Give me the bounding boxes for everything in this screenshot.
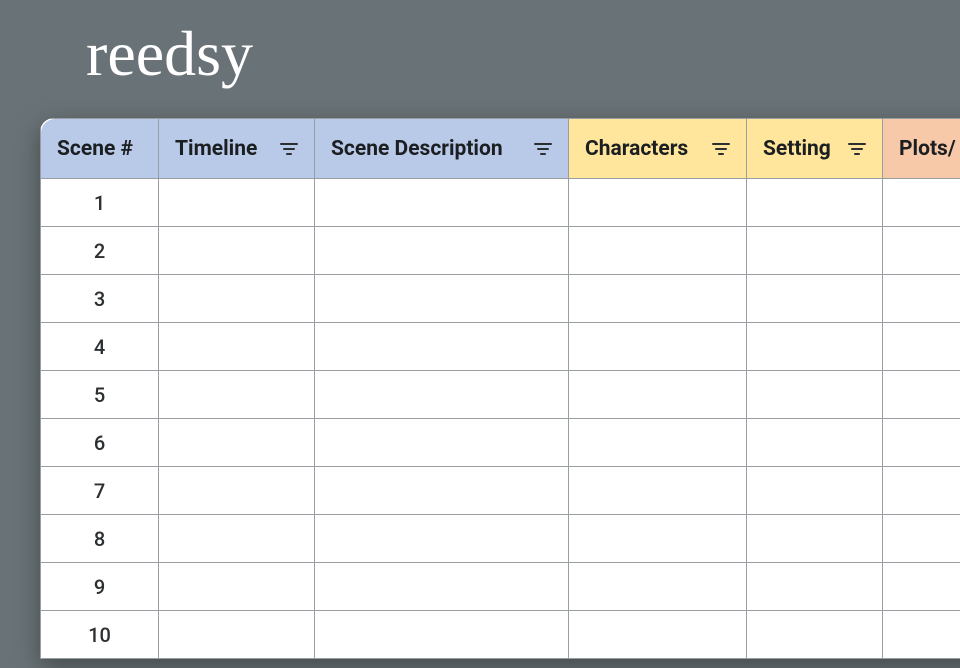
cell-characters[interactable]: [569, 179, 747, 227]
cell-characters[interactable]: [569, 419, 747, 467]
cell-timeline[interactable]: [159, 371, 315, 419]
cell-timeline[interactable]: [159, 275, 315, 323]
col-setting-label: Setting: [763, 137, 831, 161]
scene-table: Scene # Timeline Scene Description: [40, 118, 960, 659]
table-row: 9: [41, 563, 960, 611]
table-row: 2: [41, 227, 960, 275]
cell-plots[interactable]: [883, 563, 960, 611]
cell-characters[interactable]: [569, 275, 747, 323]
cell-scene-num[interactable]: 7: [41, 467, 159, 515]
cell-plots[interactable]: [883, 419, 960, 467]
cell-description[interactable]: [315, 611, 569, 659]
cell-scene-num[interactable]: 6: [41, 419, 159, 467]
filter-icon[interactable]: [532, 138, 554, 160]
filter-icon[interactable]: [278, 138, 300, 160]
cell-characters[interactable]: [569, 467, 747, 515]
cell-setting[interactable]: [747, 227, 883, 275]
cell-characters[interactable]: [569, 563, 747, 611]
table-row: 4: [41, 323, 960, 371]
cell-scene-num[interactable]: 5: [41, 371, 159, 419]
cell-description[interactable]: [315, 179, 569, 227]
cell-characters[interactable]: [569, 323, 747, 371]
cell-setting[interactable]: [747, 611, 883, 659]
cell-plots[interactable]: [883, 227, 960, 275]
cell-timeline[interactable]: [159, 419, 315, 467]
filter-icon[interactable]: [710, 138, 732, 160]
filter-icon[interactable]: [846, 138, 868, 160]
col-plots-label: Plots/: [899, 137, 956, 161]
col-plots[interactable]: Plots/: [883, 119, 960, 179]
col-timeline[interactable]: Timeline: [159, 119, 315, 179]
col-characters-label: Characters: [585, 137, 688, 161]
cell-setting[interactable]: [747, 515, 883, 563]
cell-setting[interactable]: [747, 419, 883, 467]
col-scene-num[interactable]: Scene #: [41, 119, 159, 179]
brand-logo: reedsy: [86, 22, 253, 86]
cell-setting[interactable]: [747, 323, 883, 371]
table-row: 10: [41, 611, 960, 659]
cell-description[interactable]: [315, 323, 569, 371]
cell-setting[interactable]: [747, 179, 883, 227]
cell-plots[interactable]: [883, 371, 960, 419]
cell-timeline[interactable]: [159, 179, 315, 227]
cell-setting[interactable]: [747, 467, 883, 515]
cell-plots[interactable]: [883, 275, 960, 323]
cell-plots[interactable]: [883, 467, 960, 515]
table-row: 8: [41, 515, 960, 563]
cell-characters[interactable]: [569, 371, 747, 419]
cell-scene-num[interactable]: 9: [41, 563, 159, 611]
cell-timeline[interactable]: [159, 227, 315, 275]
cell-description[interactable]: [315, 275, 569, 323]
cell-timeline[interactable]: [159, 563, 315, 611]
table-row: 6: [41, 419, 960, 467]
cell-scene-num[interactable]: 3: [41, 275, 159, 323]
cell-setting[interactable]: [747, 275, 883, 323]
col-characters[interactable]: Characters: [569, 119, 747, 179]
cell-scene-num[interactable]: 10: [41, 611, 159, 659]
cell-description[interactable]: [315, 371, 569, 419]
col-description-label: Scene Description: [331, 137, 503, 161]
cell-characters[interactable]: [569, 611, 747, 659]
cell-scene-num[interactable]: 2: [41, 227, 159, 275]
cell-timeline[interactable]: [159, 515, 315, 563]
cell-characters[interactable]: [569, 227, 747, 275]
cell-plots[interactable]: [883, 515, 960, 563]
cell-description[interactable]: [315, 563, 569, 611]
cell-scene-num[interactable]: 4: [41, 323, 159, 371]
table-row: 3: [41, 275, 960, 323]
table-row: 7: [41, 467, 960, 515]
cell-timeline[interactable]: [159, 323, 315, 371]
cell-characters[interactable]: [569, 515, 747, 563]
table-row: 5: [41, 371, 960, 419]
cell-description[interactable]: [315, 515, 569, 563]
header-row: Scene # Timeline Scene Description: [41, 119, 960, 179]
cell-timeline[interactable]: [159, 467, 315, 515]
cell-scene-num[interactable]: 8: [41, 515, 159, 563]
col-timeline-label: Timeline: [175, 137, 257, 161]
cell-plots[interactable]: [883, 179, 960, 227]
spreadsheet: Scene # Timeline Scene Description: [40, 118, 960, 659]
cell-plots[interactable]: [883, 611, 960, 659]
cell-plots[interactable]: [883, 323, 960, 371]
col-description[interactable]: Scene Description: [315, 119, 569, 179]
col-setting[interactable]: Setting: [747, 119, 883, 179]
cell-timeline[interactable]: [159, 611, 315, 659]
table-row: 1: [41, 179, 960, 227]
cell-description[interactable]: [315, 419, 569, 467]
cell-setting[interactable]: [747, 371, 883, 419]
col-scene-num-label: Scene #: [57, 137, 133, 161]
cell-scene-num[interactable]: 1: [41, 179, 159, 227]
cell-setting[interactable]: [747, 563, 883, 611]
cell-description[interactable]: [315, 467, 569, 515]
cell-description[interactable]: [315, 227, 569, 275]
